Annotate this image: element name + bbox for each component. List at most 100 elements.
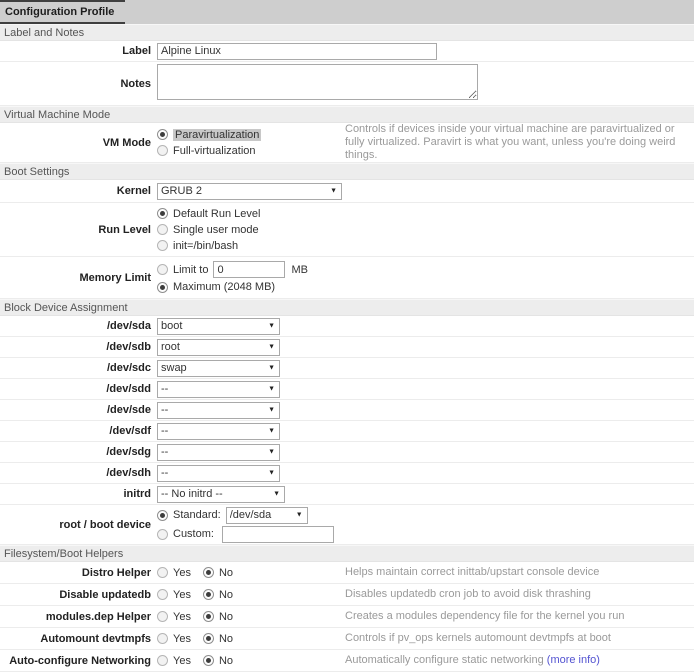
custom-device-input[interactable]: [222, 526, 334, 543]
radio-no[interactable]: [203, 655, 214, 666]
radio-default-run-level[interactable]: [157, 208, 168, 219]
notes-textarea[interactable]: [157, 64, 478, 100]
radio-standard-device-label[interactable]: Standard:: [173, 509, 221, 521]
dev-sdg-label: /dev/sdg: [0, 446, 157, 458]
helper-help-text: Helps maintain correct inittab/upstart c…: [345, 566, 694, 579]
radio-custom-device[interactable]: [157, 529, 168, 540]
radio-yes[interactable]: [157, 567, 168, 578]
dev-sdb-label: /dev/sdb: [0, 341, 157, 353]
helper-help-text: Automatically configure static networkin…: [345, 654, 694, 667]
device-row-sde: /dev/sde -- ▼: [0, 400, 694, 421]
label-input[interactable]: [157, 43, 437, 60]
section-header-boot-settings: Boot Settings: [0, 163, 694, 180]
radio-full-virtualization-label[interactable]: Full-virtualization: [173, 145, 256, 157]
radio-standard-device[interactable]: [157, 510, 168, 521]
dev-sdf-select[interactable]: --: [157, 423, 280, 440]
dev-sdf-label: /dev/sdf: [0, 425, 157, 437]
yes-label[interactable]: Yes: [173, 611, 191, 623]
page-title: Configuration Profile: [5, 6, 114, 18]
dev-sdh-select[interactable]: --: [157, 465, 280, 482]
radio-maximum-memory[interactable]: [157, 282, 168, 293]
kernel-select[interactable]: GRUB 2: [157, 183, 342, 200]
radio-init-bin-bash-label[interactable]: init=/bin/bash: [173, 240, 238, 252]
kernel-row: Kernel GRUB 2 ▼: [0, 180, 694, 203]
standard-device-select[interactable]: /dev/sda: [226, 507, 308, 524]
dev-sda-select[interactable]: boot: [157, 318, 280, 335]
radio-no[interactable]: [203, 589, 214, 600]
root-boot-device-row: root / boot device Standard: /dev/sda ▼ …: [0, 505, 694, 545]
auto-configure-networking-label: Auto-configure Networking: [0, 655, 157, 667]
dev-sdc-select[interactable]: swap: [157, 360, 280, 377]
radio-no[interactable]: [203, 611, 214, 622]
radio-init-bin-bash[interactable]: [157, 240, 168, 251]
dev-sdb-select[interactable]: root: [157, 339, 280, 356]
radio-single-user-mode-label[interactable]: Single user mode: [173, 224, 259, 236]
section-header-label-and-notes: Label and Notes: [0, 24, 694, 41]
modules-dep-helper-label: modules.dep Helper: [0, 611, 157, 623]
radio-default-run-level-label[interactable]: Default Run Level: [173, 208, 260, 220]
memory-limit-input[interactable]: [213, 261, 285, 278]
helper-row-modules-dep: modules.dep Helper Yes No Creates a modu…: [0, 606, 694, 628]
memory-limit-label: Memory Limit: [0, 272, 157, 284]
tab-configuration-profile[interactable]: Configuration Profile: [0, 0, 125, 24]
run-level-label: Run Level: [0, 224, 157, 236]
no-label[interactable]: No: [219, 611, 233, 623]
radio-no[interactable]: [203, 567, 214, 578]
radio-yes[interactable]: [157, 589, 168, 600]
label-field-label: Label: [0, 45, 157, 57]
radio-paravirtualization-label[interactable]: Paravirtualization: [173, 129, 261, 141]
radio-limit-to[interactable]: [157, 264, 168, 275]
run-level-row: Run Level Default Run Level Single user …: [0, 203, 694, 257]
helper-help-text: Creates a modules dependency file for th…: [345, 610, 694, 623]
disable-updatedb-label: Disable updatedb: [0, 589, 157, 601]
yes-label[interactable]: Yes: [173, 633, 191, 645]
dev-sdg-select[interactable]: --: [157, 444, 280, 461]
device-row-sdc: /dev/sdc swap ▼: [0, 358, 694, 379]
radio-paravirtualization[interactable]: [157, 129, 168, 140]
device-row-sdh: /dev/sdh -- ▼: [0, 463, 694, 484]
helper-row-auto-configure-networking: Auto-configure Networking Yes No Automat…: [0, 650, 694, 672]
radio-single-user-mode[interactable]: [157, 224, 168, 235]
dev-sdd-select[interactable]: --: [157, 381, 280, 398]
radio-custom-device-label[interactable]: Custom:: [173, 528, 214, 540]
notes-row: Notes: [0, 62, 694, 106]
memory-limit-row: Memory Limit Limit to MB Maximum (2048 M…: [0, 257, 694, 299]
device-row-sdg: /dev/sdg -- ▼: [0, 442, 694, 463]
dev-sde-select[interactable]: --: [157, 402, 280, 419]
no-label[interactable]: No: [219, 633, 233, 645]
no-label[interactable]: No: [219, 567, 233, 579]
radio-yes[interactable]: [157, 611, 168, 622]
dev-sde-label: /dev/sde: [0, 404, 157, 416]
device-row-sdb: /dev/sdb root ▼: [0, 337, 694, 358]
kernel-label: Kernel: [0, 185, 157, 197]
vm-mode-row: VM Mode Paravirtualization Full-virtuali…: [0, 123, 694, 163]
radio-maximum-memory-label[interactable]: Maximum (2048 MB): [173, 281, 275, 293]
no-label[interactable]: No: [219, 589, 233, 601]
automount-devtmpfs-label: Automount devtmpfs: [0, 633, 157, 645]
initrd-select[interactable]: -- No initrd --: [157, 486, 285, 503]
initrd-row: initrd -- No initrd -- ▼: [0, 484, 694, 505]
radio-limit-to-label[interactable]: Limit to: [173, 264, 208, 276]
section-header-virtual-machine-mode: Virtual Machine Mode: [0, 106, 694, 123]
no-label[interactable]: No: [219, 655, 233, 667]
helper-help-text: Controls if pv_ops kernels automount dev…: [345, 632, 694, 645]
yes-label[interactable]: Yes: [173, 567, 191, 579]
initrd-label: initrd: [0, 488, 157, 500]
yes-label[interactable]: Yes: [173, 589, 191, 601]
yes-label[interactable]: Yes: [173, 655, 191, 667]
radio-yes[interactable]: [157, 633, 168, 644]
section-header-filesystem-boot-helpers: Filesystem/Boot Helpers: [0, 545, 694, 562]
radio-no[interactable]: [203, 633, 214, 644]
more-info-link[interactable]: (more info): [547, 654, 600, 666]
radio-full-virtualization[interactable]: [157, 145, 168, 156]
helper-row-automount-devtmpfs: Automount devtmpfs Yes No Controls if pv…: [0, 628, 694, 650]
vm-mode-label: VM Mode: [0, 137, 157, 149]
helper-help-text: Disables updatedb cron job to avoid disk…: [345, 588, 694, 601]
device-row-sdf: /dev/sdf -- ▼: [0, 421, 694, 442]
dev-sdd-label: /dev/sdd: [0, 383, 157, 395]
device-row-sdd: /dev/sdd -- ▼: [0, 379, 694, 400]
helper-row-disable-updatedb: Disable updatedb Yes No Disables updated…: [0, 584, 694, 606]
radio-yes[interactable]: [157, 655, 168, 666]
section-header-block-device-assignment: Block Device Assignment: [0, 299, 694, 316]
helper-row-distro-helper: Distro Helper Yes No Helps maintain corr…: [0, 562, 694, 584]
